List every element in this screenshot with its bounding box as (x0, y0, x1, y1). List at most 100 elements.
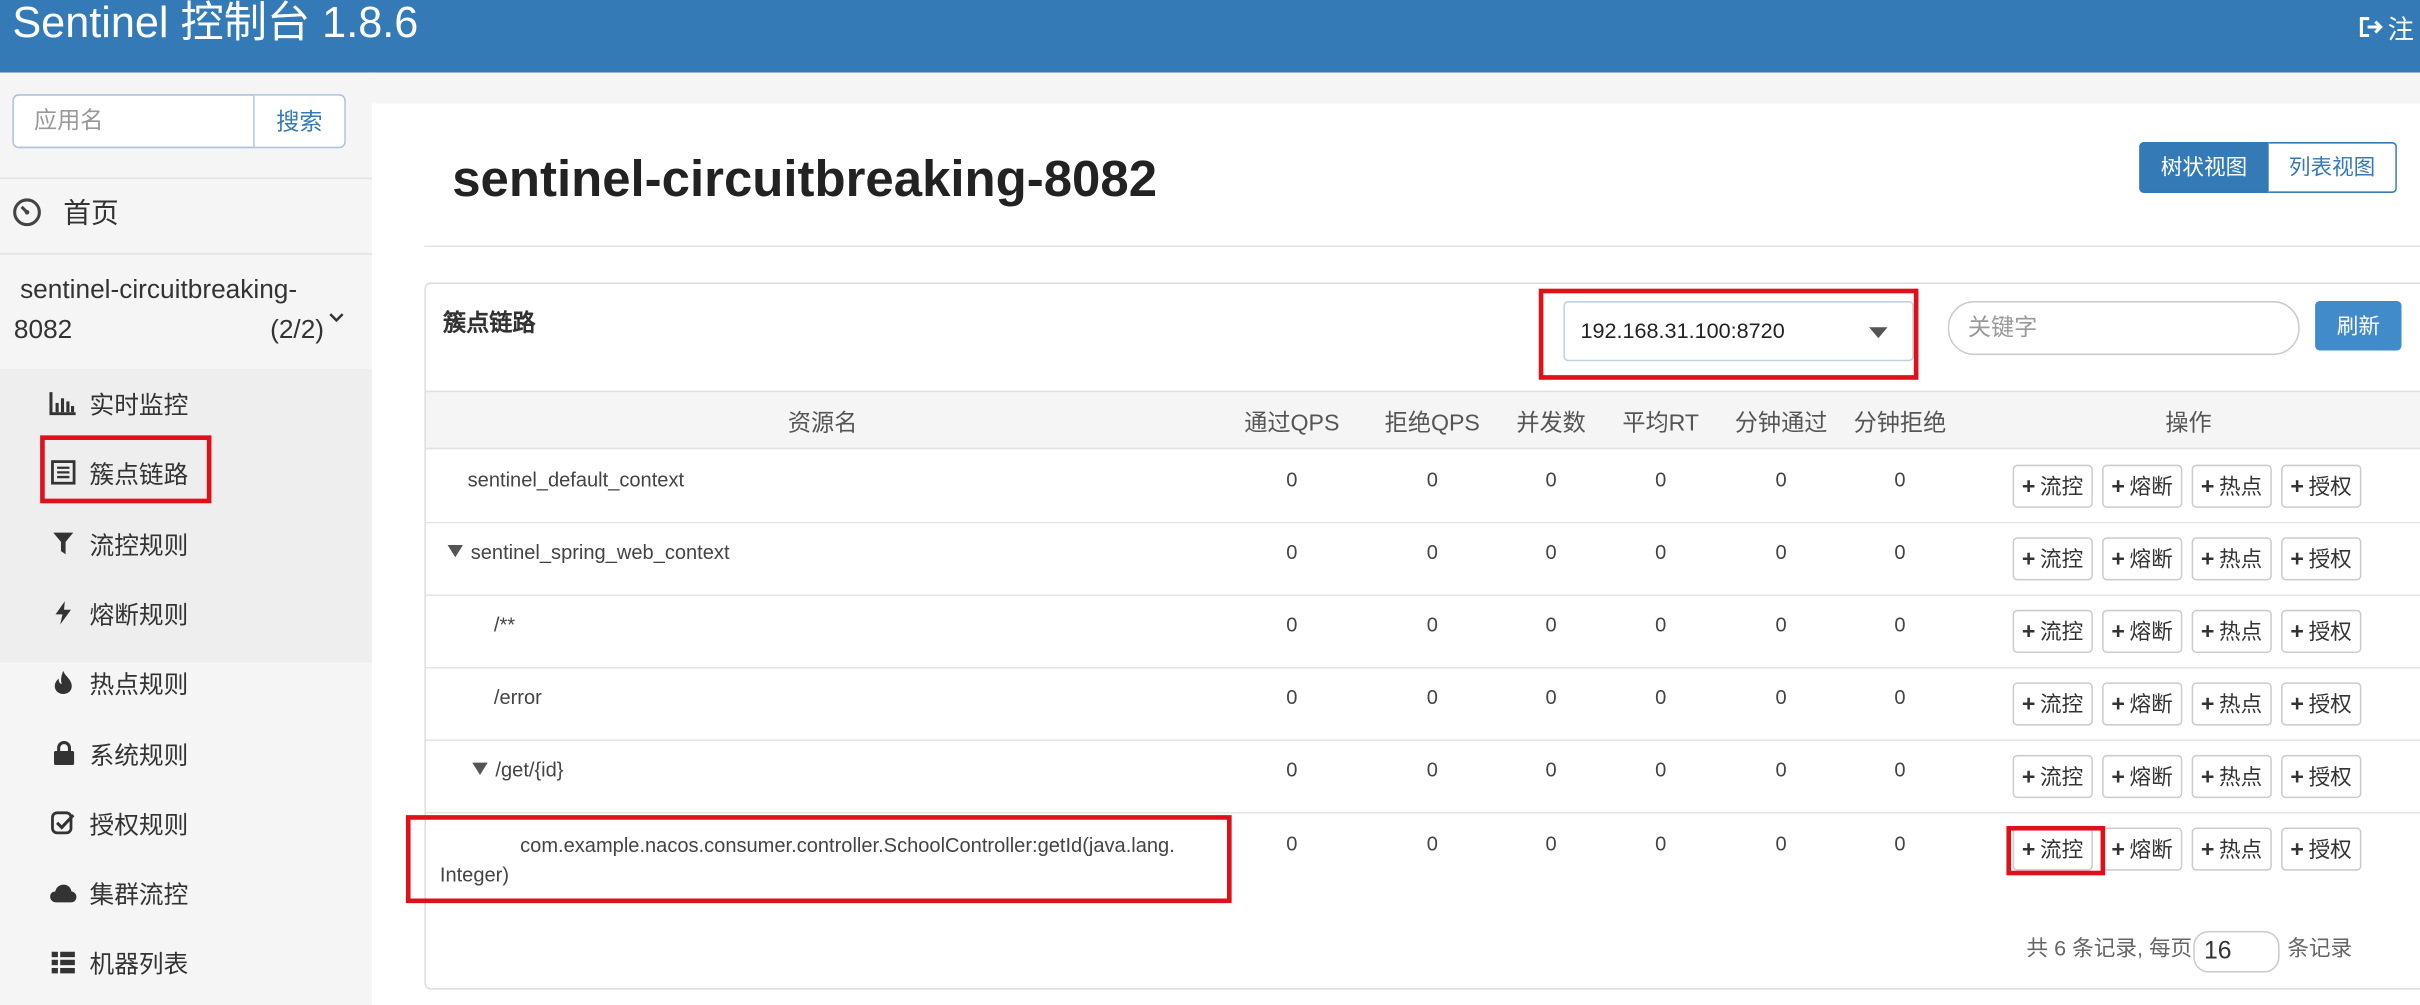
sidebar-item-flow-rules[interactable]: 流控规则 (49, 526, 188, 560)
action-button[interactable]: + 授权 (2281, 754, 2362, 799)
tree-view-button[interactable]: 树状视图 (2139, 142, 2269, 193)
action-label: 流控 (2040, 691, 2084, 717)
resource-name: /** (493, 612, 516, 637)
action-button[interactable]: + 流控 (2012, 609, 2093, 654)
plus-icon: + (2200, 473, 2215, 500)
sidebar-item-label: 热点规则 (89, 673, 189, 700)
action-button[interactable]: + 授权 (2281, 682, 2362, 726)
plus-icon: + (2111, 835, 2125, 863)
column-header: 分钟拒绝 (1853, 410, 1947, 437)
highlight-box-sidebar (40, 435, 212, 504)
action-button[interactable]: + 授权 (2281, 464, 2362, 508)
action-button[interactable]: + 授权 (2281, 827, 2362, 871)
table-cell: 0 (1426, 758, 1438, 782)
action-button[interactable]: + 热点 (2191, 609, 2272, 654)
table-cell: 0 (1545, 540, 1557, 564)
action-label: 热点 (2219, 546, 2263, 572)
action-button[interactable]: + 熔断 (2102, 609, 2183, 654)
app-search-button[interactable]: 搜索 (253, 95, 345, 147)
resource-name: /get/{id} (495, 758, 564, 782)
highlight-box-resource (405, 815, 1232, 904)
page-size-input[interactable]: 16 (2193, 930, 2280, 973)
action-button[interactable]: + 热点 (2191, 464, 2272, 508)
plus-icon: + (2290, 690, 2304, 718)
list-view-button[interactable]: 列表视图 (2268, 142, 2397, 193)
plus-icon: + (2290, 835, 2304, 863)
action-button[interactable]: + 熔断 (2102, 827, 2183, 871)
app-search-input[interactable] (13, 95, 254, 147)
filter-icon (49, 530, 77, 558)
action-button[interactable]: + 流控 (2012, 754, 2093, 799)
plus-icon: + (2290, 545, 2304, 572)
action-label: 热点 (2219, 691, 2263, 717)
sidebar-divider (0, 177, 372, 180)
table-cell: 0 (1775, 467, 1787, 491)
action-button[interactable]: + 授权 (2281, 609, 2362, 654)
caret-down-icon (447, 544, 464, 558)
table-cell: 0 (1286, 758, 1298, 782)
highlight-box-flow-button (2006, 825, 2106, 876)
column-header: 通过QPS (1244, 410, 1340, 437)
action-button[interactable]: + 熔断 (2102, 464, 2183, 508)
bar-chart-icon (49, 389, 77, 417)
sidebar-item-authority-rules[interactable]: 授权规则 (49, 806, 188, 840)
table-cell: 0 (1655, 758, 1667, 782)
plus-icon: + (2021, 545, 2036, 572)
action-label: 热点 (2219, 619, 2263, 644)
table-cell: 0 (1286, 832, 1298, 856)
action-button[interactable]: + 熔断 (2102, 754, 2183, 799)
table-cell: 0 (1655, 832, 1667, 856)
column-header: 拒绝QPS (1384, 410, 1480, 437)
action-button[interactable]: + 热点 (2191, 754, 2272, 799)
row-divider (425, 666, 2420, 669)
sidebar-item-label: 实时监控 (89, 393, 189, 420)
refresh-button[interactable]: 刷新 (2315, 301, 2402, 351)
sidebar-item-degrade-rules[interactable]: 熔断规则 (49, 596, 188, 630)
action-button[interactable]: + 流控 (2012, 464, 2093, 508)
action-label: 流控 (2040, 473, 2084, 499)
action-label: 熔断 (2129, 836, 2173, 862)
action-button[interactable]: + 授权 (2281, 537, 2362, 581)
sidebar-app-toggle[interactable]: sentinel-circuitbreaking- 8082 (2/2) (14, 270, 347, 350)
sidebar-item-hotspot-rules[interactable]: 热点规则 (49, 665, 188, 699)
sidebar-item-realtime-monitor[interactable]: 实时监控 (49, 386, 188, 420)
action-button[interactable]: + 热点 (2191, 827, 2272, 871)
dashboard-icon (13, 197, 41, 226)
fire-icon (49, 668, 77, 696)
brand-title[interactable]: Sentinel 控制台 1.8.6 (12, 0, 418, 49)
action-button[interactable]: + 热点 (2191, 682, 2272, 726)
action-button[interactable]: + 流控 (2012, 682, 2093, 726)
plus-icon: + (2021, 473, 2036, 500)
table-cell: 0 (1655, 685, 1667, 709)
sidebar-item-cluster-flow[interactable]: 集群流控 (49, 875, 188, 909)
logout-link[interactable]: 注 (2358, 8, 2414, 47)
action-button[interactable]: + 流控 (2012, 537, 2093, 581)
action-button[interactable]: + 热点 (2191, 537, 2272, 581)
highlight-box-machine (1538, 288, 1919, 380)
app-search-group: 搜索 (12, 94, 346, 149)
action-label: 授权 (2308, 619, 2352, 644)
cloud-icon (49, 878, 77, 906)
action-label: 流控 (2040, 764, 2084, 789)
table-cell: 0 (1286, 612, 1298, 637)
table-cell: 0 (1775, 540, 1787, 564)
sidebar-item-system-rules[interactable]: 系统规则 (49, 736, 188, 770)
title-divider (424, 245, 2420, 248)
plus-icon: + (2111, 473, 2125, 500)
resource-name-expandable[interactable]: /get/{id} (472, 758, 564, 782)
sidebar-item-label: 系统规则 (89, 744, 189, 771)
table-cell: 0 (1545, 612, 1557, 637)
sidebar-item-home[interactable]: 首页 (12, 193, 119, 230)
action-button[interactable]: + 熔断 (2102, 682, 2183, 726)
table-cell: 0 (1894, 467, 1906, 491)
pager-suffix: 条记录 (2287, 935, 2353, 961)
lock-icon (49, 739, 77, 767)
table-cell: 0 (1655, 467, 1667, 491)
sidebar-item-machine-list[interactable]: 机器列表 (49, 945, 188, 979)
keyword-input[interactable] (1947, 301, 2300, 356)
resource-name-expandable[interactable]: sentinel_spring_web_context (447, 540, 730, 563)
row-divider (425, 521, 2420, 524)
flash-icon (49, 599, 77, 627)
action-label: 授权 (2308, 546, 2352, 572)
action-button[interactable]: + 熔断 (2102, 537, 2183, 581)
